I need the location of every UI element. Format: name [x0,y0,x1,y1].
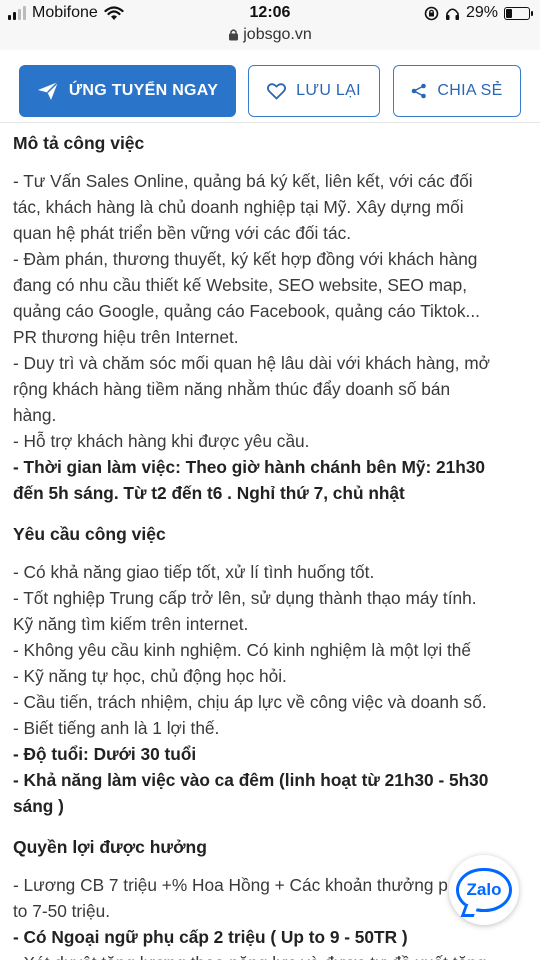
battery-level [506,8,513,18]
section: Mô tả công việc - Tư Vấn Sales Online, qu… [13,130,533,506]
battery-percent: 29% [465,4,498,21]
lock-icon [229,29,239,41]
description-line: đến 5h sáng. Từ t2 đến t6 . Nghỉ thứ 7, … [13,483,405,503]
job-details: Mô tả công việc - Tư Vấn Sales Online, qu… [13,128,533,960]
zalo-label: Zalo [466,880,502,899]
description-line: PR thương hiệu trên Internet. [13,327,239,347]
description-line: rộng khách hàng tiềm năng nhằm thúc đẩy … [13,379,451,399]
description-line: - Khả năng làm việc vào ca đêm (linh hoạ… [13,770,489,790]
description-line: - Tốt nghiệp Trung cấp trở lên, sử dụng … [13,588,477,608]
description-line: - Cầu tiến, trách nhiệm, chịu áp lực về … [13,692,487,712]
save-job-button[interactable]: LƯU LẠI [248,65,380,117]
url-domain: jobsgo.vn [243,26,312,43]
share-label: CHIA SẺ [437,82,503,99]
share-button[interactable]: CHIA SẺ [393,65,521,117]
description-line: hàng. [13,405,57,425]
status-bar: Mobifone 12:06 29% [0,0,540,26]
description-line: Kỹ năng tìm kiếm trên internet. [13,614,249,634]
divider [0,122,540,123]
description-line: - Thời gian làm việc: Theo giờ hành chán… [13,457,486,477]
description-line: - Tư Vấn Sales Online, quảng bá ký kết, … [13,171,473,191]
section: Yêu cầu công việc - Có khả năng giao tiếp… [13,521,533,819]
description-line: - Không yêu cầu kinh nghiệm. Có kinh ngh… [13,640,472,660]
description-line: tác, khách hàng là chủ doanh nghiệp tại … [13,197,464,217]
status-icons: 29% [424,4,533,22]
description-line: - Có Ngoại ngữ phụ cấp 2 triệu ( Up to 9… [13,927,408,947]
zalo-chat-button[interactable]: Zalo [449,855,519,925]
zalo-icon: Zalo [456,868,512,912]
description-line: - Xét duyệt tăng lương theo năng lực và … [13,950,533,960]
save-job-label: LƯU LẠI [296,82,361,99]
description-line: - Hỗ trợ khách hàng khi được yêu cầu. [13,431,310,451]
apply-now-button[interactable]: ỨNG TUYỂN NGAY [19,65,236,117]
share-icon [412,83,427,99]
url-bar[interactable]: jobsgo.vn [0,26,540,50]
description-line: - Đàm phán, thương thuyết, ký kết hợp đồ… [13,249,478,269]
description-line: quan hệ phát triển bền vững với các đối … [13,223,352,243]
orientation-lock-icon [424,6,439,20]
action-bar: ỨNG TUYỂN NGAY LƯU LẠI CHIA SẺ [0,62,540,120]
description-line: - Duy trì và chăm sóc mối quan hệ lâu dà… [13,353,490,373]
headphones-icon [445,7,459,20]
section-title: Quyền lợi được hưởng [13,837,207,857]
heart-icon [267,82,287,99]
section-title: Mô tả công việc [13,133,145,153]
send-icon [37,81,59,100]
description-line: sáng ) [13,796,64,816]
description-line: - Kỹ năng tự học, chủ động học hỏi. [13,666,287,686]
description-line: - Biết tiếng anh là 1 lợi thế. [13,718,220,738]
description-line: - Có khả năng giao tiếp tốt, xử lí tình … [13,562,375,582]
section-title: Yêu cầu công việc [13,524,166,544]
description-line: - Độ tuổi: Dưới 30 tuổi [13,744,197,764]
battery-icon [504,6,533,20]
apply-now-label: ỨNG TUYỂN NGAY [68,82,219,99]
description-line: đang có nhu cầu thiết kế Website, SEO we… [13,275,468,295]
description-line: quảng cáo Google, quảng cáo Facebook, qu… [13,301,480,321]
